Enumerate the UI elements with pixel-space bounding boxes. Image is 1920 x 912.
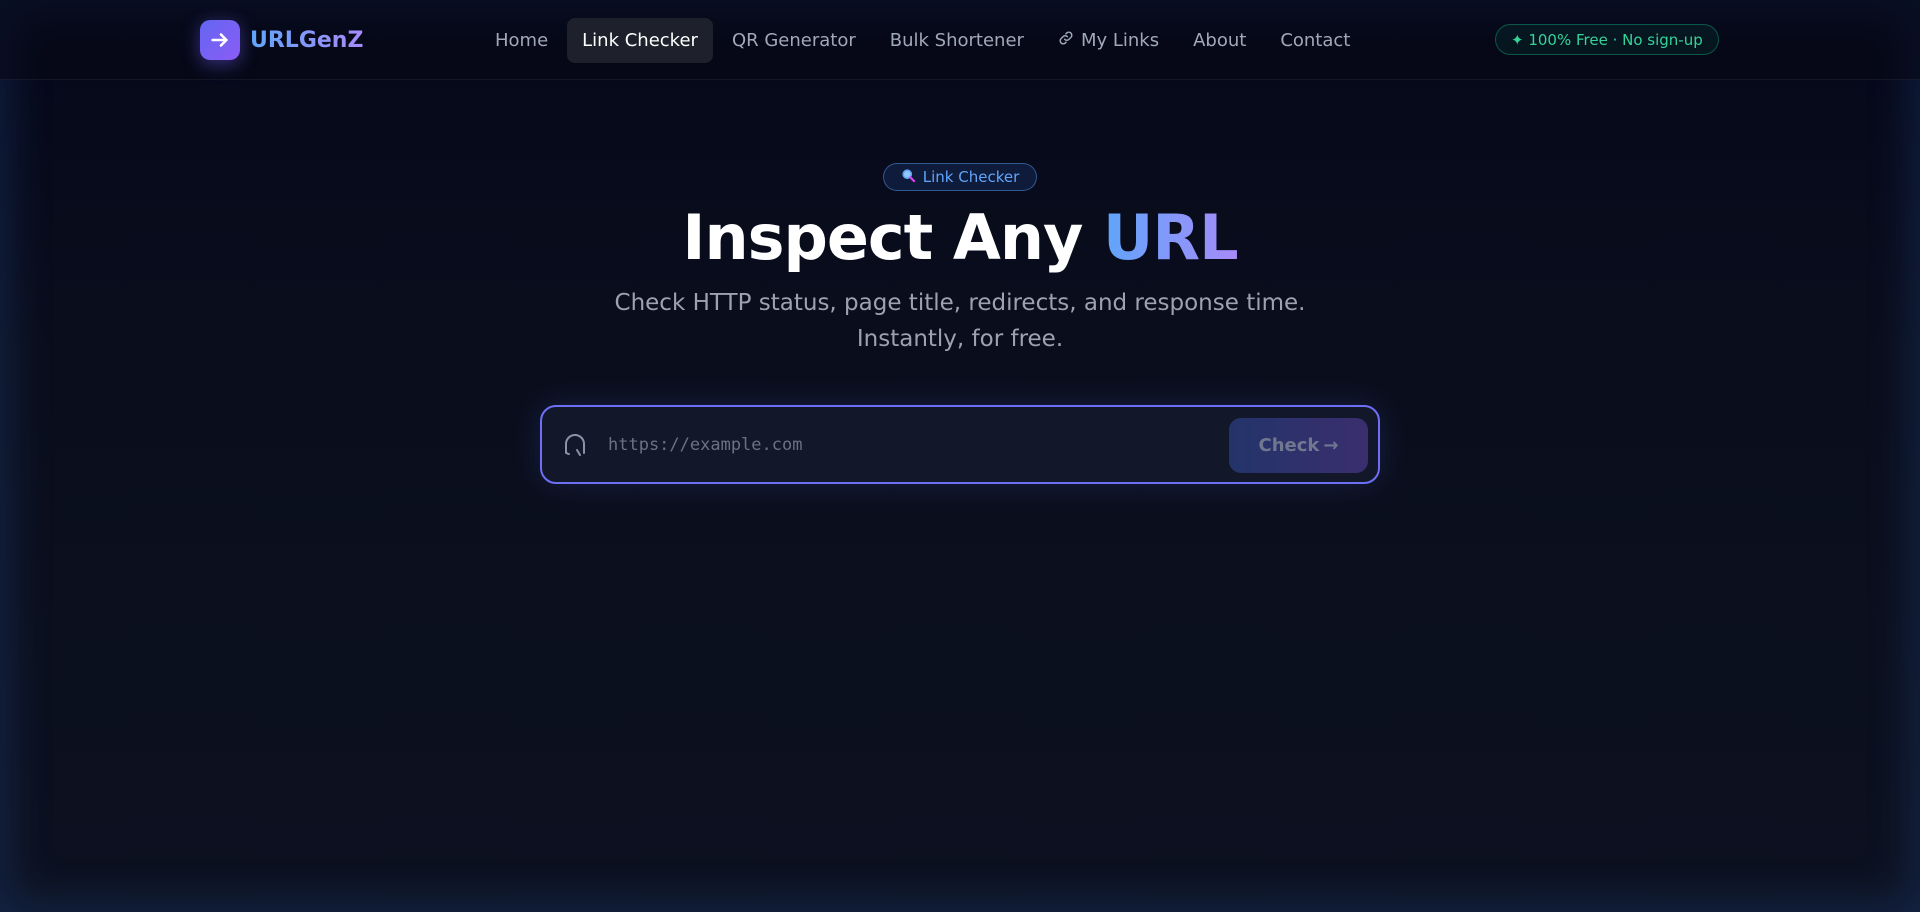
nav-item-contact[interactable]: Contact bbox=[1265, 18, 1365, 63]
title-main: Inspect Any bbox=[682, 201, 1104, 274]
nav-item-label: Contact bbox=[1280, 30, 1351, 51]
brand-name: URLGenZ bbox=[250, 27, 364, 53]
arrow-right-icon: → bbox=[1323, 435, 1339, 456]
nav-item-home[interactable]: Home bbox=[480, 18, 563, 63]
brand-logo[interactable]: URLGenZ bbox=[200, 20, 363, 60]
nav-item-about[interactable]: About bbox=[1178, 18, 1261, 63]
nav-item-label: QR Generator bbox=[731, 30, 856, 51]
nav-item-link-checker[interactable]: Link Checker bbox=[567, 18, 713, 63]
nav-item-label: Bulk Shortener bbox=[889, 30, 1024, 51]
nav-item-bulk-shortener[interactable]: Bulk Shortener bbox=[875, 18, 1039, 63]
main-nav: Home Link Checker QR Generator Bulk Shor… bbox=[480, 18, 1365, 63]
nav-item-label: Link Checker bbox=[582, 30, 698, 51]
nav-item-qr-generator[interactable]: QR Generator bbox=[717, 18, 871, 63]
page: URLGenZ Home Link Checker QR Generator B… bbox=[0, 0, 1920, 912]
page-title: Inspect Any URL bbox=[0, 200, 1920, 276]
nav-item-label: Home bbox=[495, 30, 549, 51]
section-pill: Link Checker bbox=[883, 163, 1037, 191]
top-header: URLGenZ Home Link Checker QR Generator B… bbox=[0, 0, 1920, 80]
section-pill-label: Link Checker bbox=[922, 168, 1020, 186]
subtitle-line: Instantly, for free. bbox=[856, 326, 1064, 352]
url-search-form: Check → bbox=[540, 405, 1380, 484]
nav-item-label: About bbox=[1193, 30, 1247, 51]
title-accent: URL bbox=[1103, 201, 1239, 274]
check-button-label: Check bbox=[1258, 435, 1320, 456]
headset-icon bbox=[562, 431, 588, 459]
page-subtitle: Check HTTP status, page title, redirects… bbox=[0, 285, 1920, 357]
nav-item-my-links[interactable]: My Links bbox=[1043, 18, 1174, 63]
arrow-right-icon bbox=[200, 20, 240, 60]
free-badge: ✦ 100% Free · No sign-up bbox=[1495, 24, 1719, 55]
check-button[interactable]: Check → bbox=[1229, 418, 1368, 473]
subtitle-line: Check HTTP status, page title, redirects… bbox=[614, 290, 1306, 316]
nav-item-label: My Links bbox=[1080, 30, 1160, 51]
magnifier-icon bbox=[901, 168, 916, 187]
url-input[interactable] bbox=[608, 425, 1148, 465]
link-icon bbox=[1058, 30, 1074, 51]
